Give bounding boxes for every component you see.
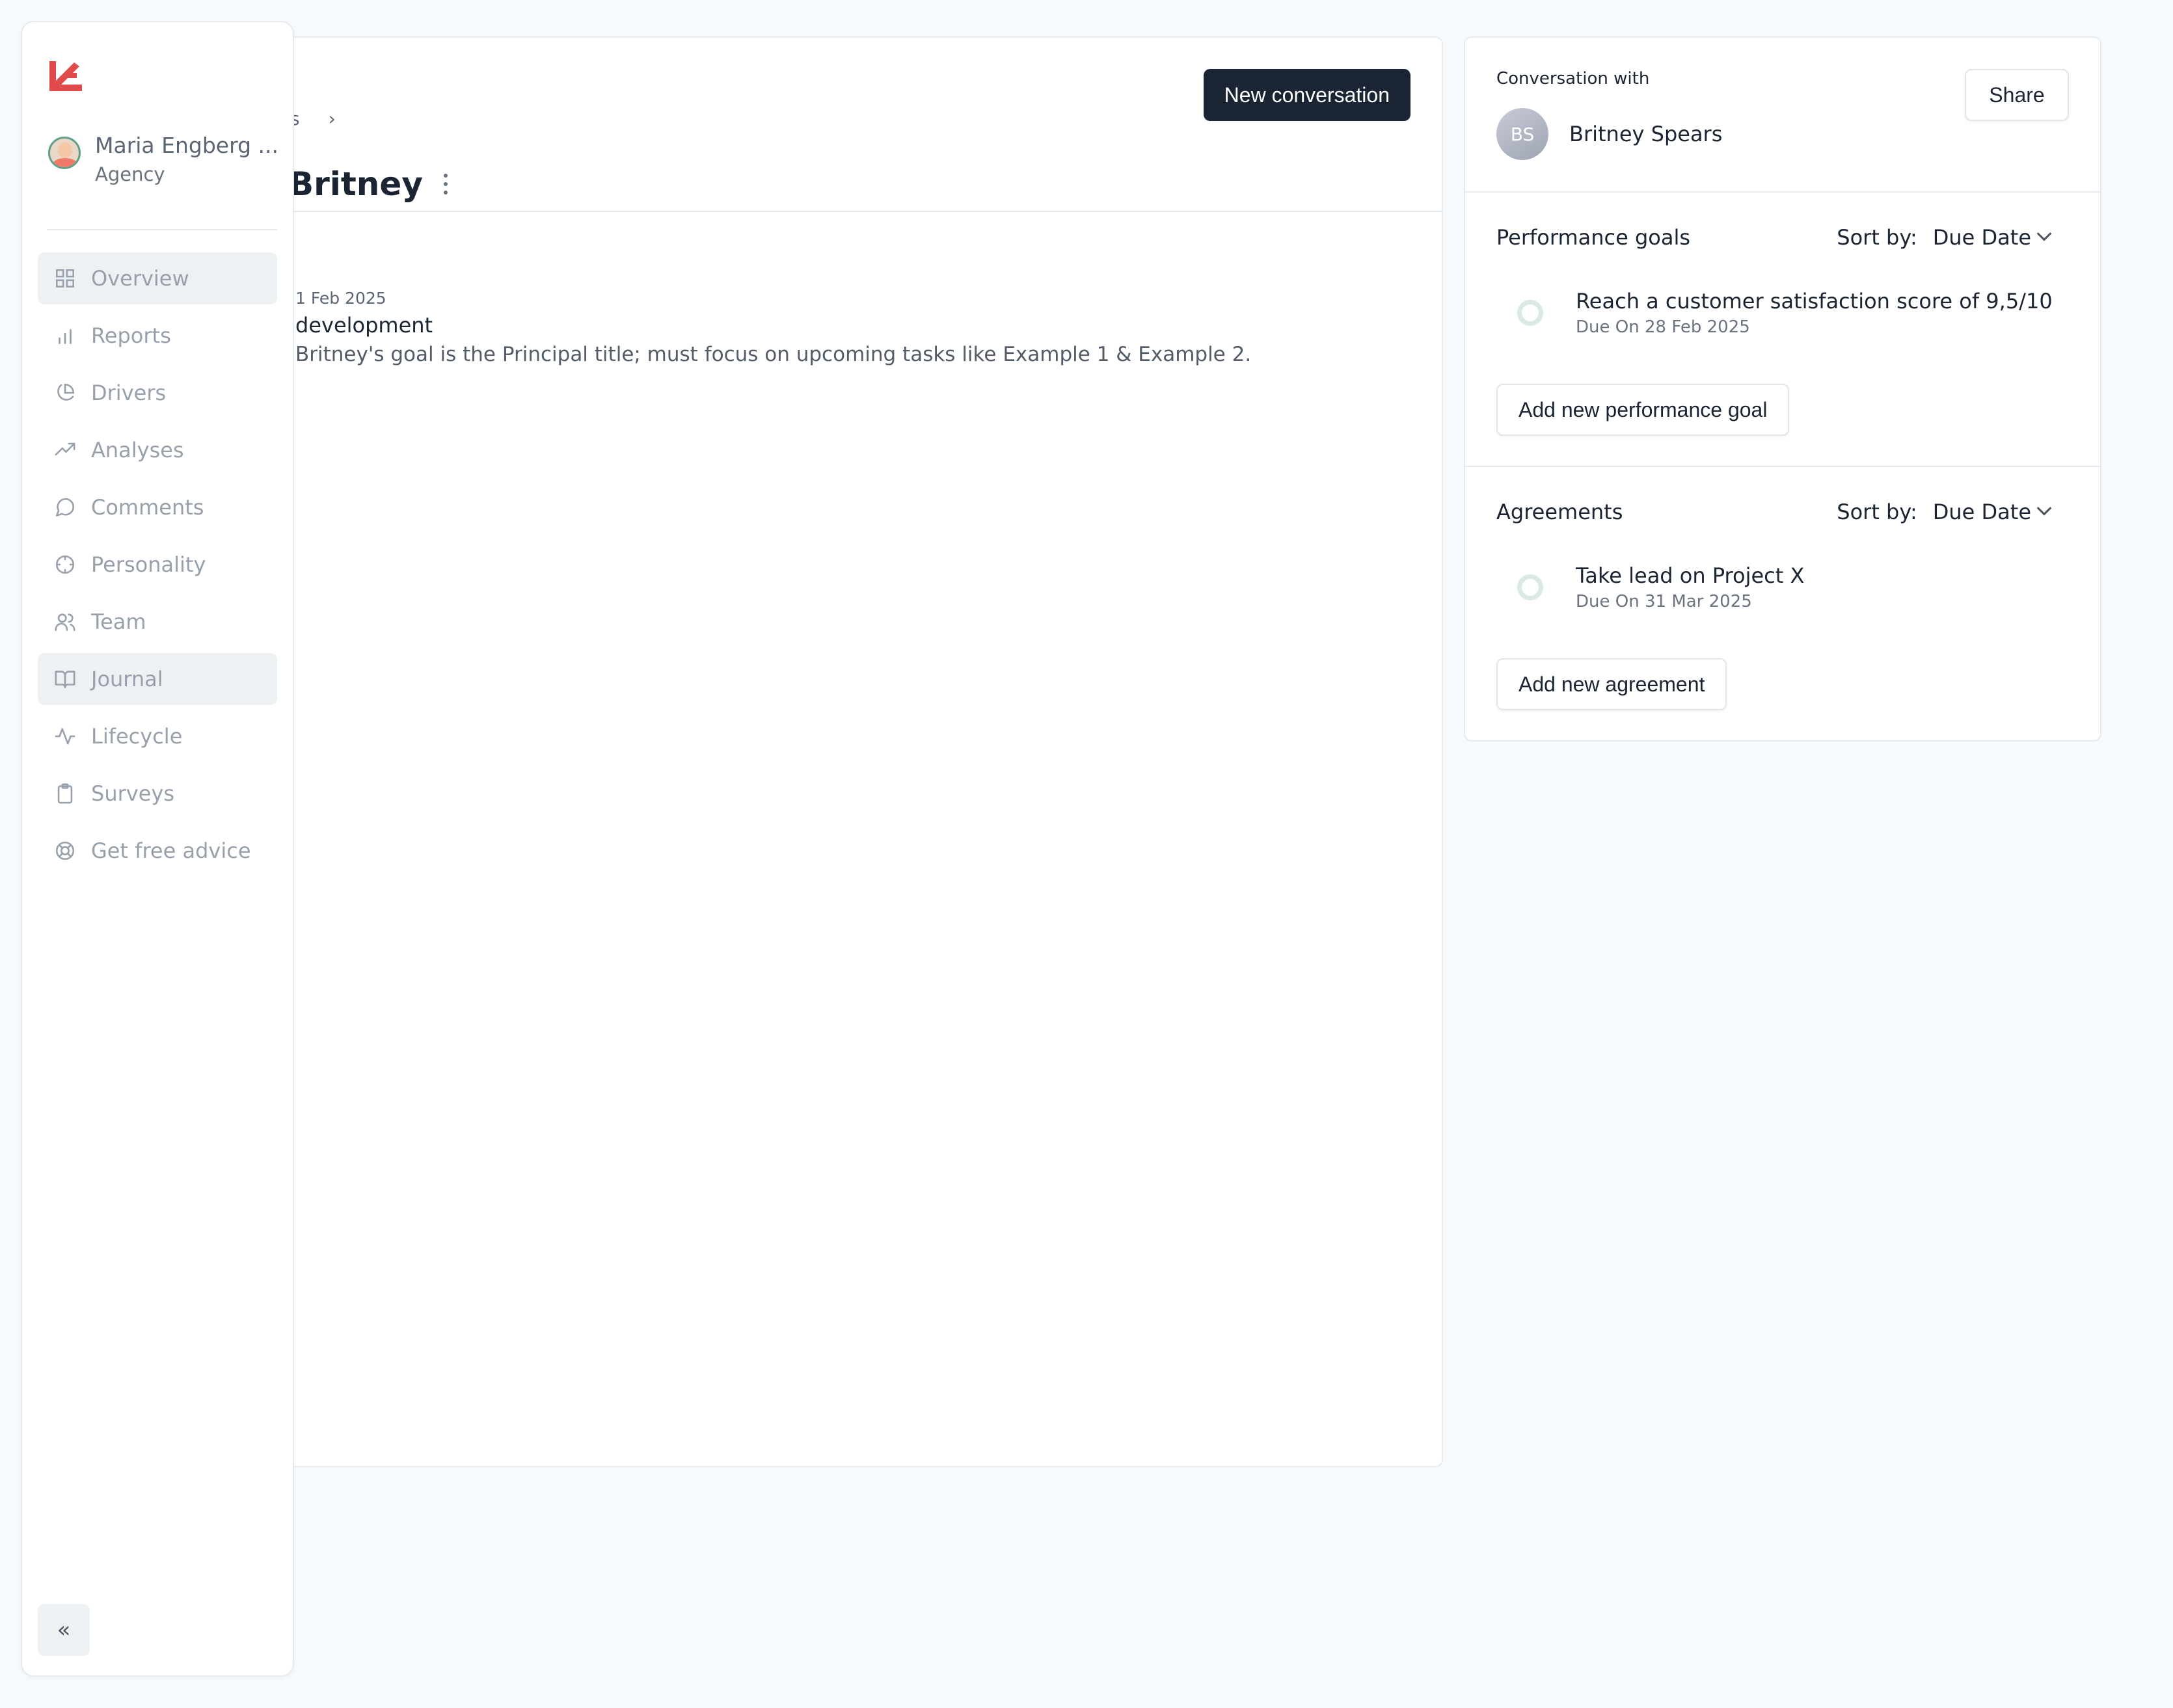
life-buoy-icon	[53, 839, 77, 862]
sidebar-item-drivers[interactable]: Drivers	[38, 367, 277, 419]
divider	[47, 229, 277, 230]
agreement-item[interactable]: Take lead on Project X Due On 31 Mar 202…	[1517, 563, 1804, 611]
user-role: Agency	[95, 163, 165, 185]
conversation-header: s › Britney New conversation	[262, 38, 1442, 212]
clipboard-icon	[53, 782, 77, 805]
sort-dropdown[interactable]: Sort by: Due Date	[1837, 500, 2052, 524]
sort-label: Sort by:	[1837, 500, 1917, 524]
sidebar-nav: Overview Reports Drivers Analyses Commen…	[38, 252, 277, 882]
agreements-section: Agreements Sort by: Due Date Take lead o…	[1465, 467, 2100, 743]
sidebar-item-surveys[interactable]: Surveys	[38, 767, 277, 820]
chevrons-left-icon: «	[57, 1617, 71, 1643]
users-icon	[53, 610, 77, 634]
collapse-sidebar-button[interactable]: «	[38, 1604, 90, 1656]
person-name: Britney Spears	[1569, 122, 1723, 146]
avatar	[48, 137, 81, 169]
sidebar-item-label: Overview	[91, 266, 189, 291]
sidebar-item-personality[interactable]: Personality	[38, 539, 277, 591]
trending-up-icon	[53, 438, 77, 462]
logo-icon[interactable]	[46, 59, 85, 95]
sort-value: Due Date	[1932, 500, 2031, 524]
breadcrumb: s ›	[290, 108, 336, 129]
sidebar-item-label: Drivers	[91, 380, 167, 405]
chevron-down-icon	[2036, 501, 2052, 516]
page-title-text: Britney	[289, 165, 423, 203]
entry-text: Britney's goal is the Principal title; m…	[295, 343, 1252, 366]
performance-goals-section: Performance goals Sort by: Due Date Reac…	[1465, 193, 2100, 467]
sidebar-item-reports[interactable]: Reports	[38, 310, 277, 362]
new-conversation-button[interactable]: New conversation	[1203, 69, 1410, 121]
sidebar-item-label: Lifecycle	[91, 724, 183, 749]
user-profile[interactable]: Maria Engberg ... Agency	[48, 133, 278, 185]
goal-item[interactable]: Reach a customer satisfaction score of 9…	[1517, 289, 2053, 337]
sidebar-item-journal[interactable]: Journal	[38, 653, 277, 705]
add-agreement-button[interactable]: Add new agreement	[1496, 658, 1727, 710]
sidebar-item-label: Reports	[91, 323, 171, 348]
sidebar-item-label: Team	[91, 609, 146, 634]
breadcrumb-separator-icon: ›	[328, 108, 336, 129]
sidebar-item-label: Surveys	[91, 781, 174, 806]
bar-chart-icon	[53, 324, 77, 347]
entry-date: 1 Feb 2025	[295, 289, 386, 308]
chevron-down-icon	[2036, 226, 2052, 241]
page-title: Britney	[289, 165, 454, 203]
conversation-panel: s › Britney New conversation 1 Feb 2025 …	[260, 36, 1443, 1467]
sort-dropdown[interactable]: Sort by: Due Date	[1837, 225, 2052, 250]
compass-icon	[53, 553, 77, 576]
section-title: Agreements	[1496, 500, 1623, 524]
goal-title: Reach a customer satisfaction score of 9…	[1576, 289, 2053, 314]
pie-chart-icon	[53, 381, 77, 405]
sidebar-item-get-free-advice[interactable]: Get free advice	[38, 825, 277, 877]
agreement-due-date: Due On 31 Mar 2025	[1576, 592, 1752, 611]
sidebar-item-comments[interactable]: Comments	[38, 481, 277, 533]
add-performance-goal-button[interactable]: Add new performance goal	[1496, 384, 1790, 436]
user-name: Maria Engberg ...	[95, 133, 278, 158]
conversation-with-label: Conversation with	[1496, 69, 1650, 88]
chat-bubble-icon	[53, 496, 77, 519]
more-options-icon[interactable]	[437, 171, 454, 197]
sidebar-item-label: Get free advice	[91, 838, 251, 863]
sidebar-item-team[interactable]: Team	[38, 596, 277, 648]
sidebar-item-analyses[interactable]: Analyses	[38, 424, 277, 476]
book-open-icon	[53, 667, 77, 691]
avatar: BS	[1496, 108, 1548, 160]
sidebar-item-label: Journal	[91, 667, 163, 691]
share-button[interactable]: Share	[1965, 69, 2069, 121]
conversation-person: BS Britney Spears	[1496, 108, 1722, 160]
conversation-with-section: Conversation with BS Britney Spears Shar…	[1465, 38, 2100, 193]
agreement-title: Take lead on Project X	[1576, 563, 1805, 588]
status-circle-icon[interactable]	[1517, 574, 1543, 600]
sort-value: Due Date	[1932, 225, 2031, 250]
activity-icon	[53, 725, 77, 748]
goal-due-date: Due On 28 Feb 2025	[1576, 317, 1750, 337]
sidebar-item-label: Personality	[91, 552, 206, 577]
sidebar-item-overview[interactable]: Overview	[38, 252, 277, 304]
section-title: Performance goals	[1496, 225, 1691, 250]
status-circle-icon[interactable]	[1517, 300, 1543, 326]
sidebar-item-label: Analyses	[91, 438, 184, 462]
entry-title: development	[295, 313, 433, 338]
sidebar-item-lifecycle[interactable]: Lifecycle	[38, 710, 277, 762]
sort-label: Sort by:	[1837, 225, 1917, 250]
grid-icon	[53, 267, 77, 290]
journal-entry[interactable]: 1 Feb 2025 development Britney's goal is…	[295, 289, 1416, 366]
conversation-details-panel: Conversation with BS Britney Spears Shar…	[1464, 36, 2101, 741]
sidebar: Maria Engberg ... Agency Overview Report…	[21, 21, 294, 1677]
sidebar-item-label: Comments	[91, 495, 204, 520]
